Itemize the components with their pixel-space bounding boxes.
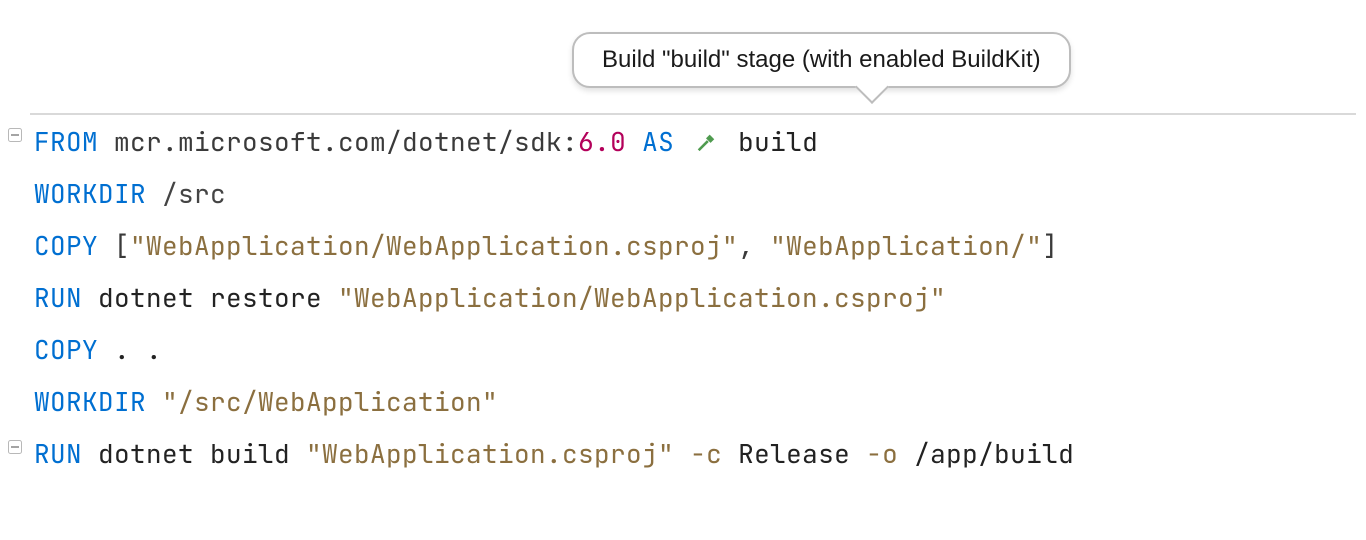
code-line-workdir[interactable]: WORKDIR "/src/WebApplication" bbox=[34, 376, 1366, 428]
code-line-run[interactable]: RUN dotnet build "WebApplication.csproj"… bbox=[34, 428, 1366, 480]
keyword-from: FROM bbox=[34, 124, 98, 159]
fold-collapse-icon[interactable] bbox=[8, 128, 22, 142]
code-line-workdir[interactable]: WORKDIR /src bbox=[34, 168, 1366, 220]
run-stage-tooltip: Build "build" stage (with enabled BuildK… bbox=[572, 32, 1071, 88]
image-ref: mcr.microsoft.com/dotnet/sdk bbox=[114, 124, 562, 159]
code-line-copy[interactable]: COPY . . bbox=[34, 324, 1366, 376]
gutter bbox=[0, 0, 30, 480]
code-line-copy[interactable]: COPY ["WebApplication/WebApplication.csp… bbox=[34, 220, 1366, 272]
code-editor[interactable]: FROM mcr.microsoft.com/dotnet/sdk:6.0 AS… bbox=[0, 0, 1366, 480]
image-tag: 6.0 bbox=[578, 124, 626, 159]
hammer-icon[interactable] bbox=[690, 118, 722, 144]
code-line-run[interactable]: RUN dotnet restore "WebApplication/WebAp… bbox=[34, 272, 1366, 324]
stage-separator bbox=[30, 113, 1356, 115]
keyword-as: AS bbox=[642, 124, 674, 159]
stage-name: build bbox=[738, 124, 818, 159]
fold-collapse-icon[interactable] bbox=[8, 440, 22, 454]
code-block[interactable]: FROM mcr.microsoft.com/dotnet/sdk:6.0 AS… bbox=[0, 116, 1366, 480]
tooltip-text: Build "build" stage (with enabled BuildK… bbox=[602, 46, 1041, 73]
code-line-from[interactable]: FROM mcr.microsoft.com/dotnet/sdk:6.0 AS… bbox=[34, 116, 1366, 168]
